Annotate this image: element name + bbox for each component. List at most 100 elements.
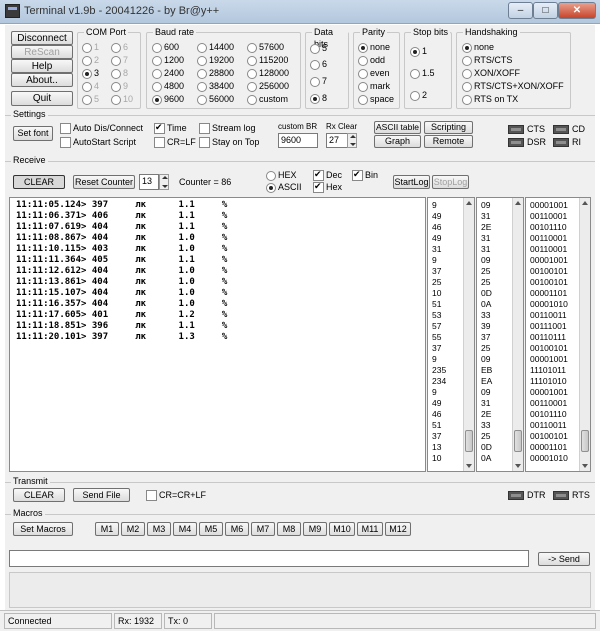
parity-option-mark[interactable]: mark (358, 81, 390, 92)
macro-button-m4[interactable]: M4 (173, 522, 197, 536)
set-macros-button[interactable]: Set Macros (13, 522, 73, 536)
baud-option-57600[interactable]: 57600 (247, 42, 284, 53)
handshaking-option-rts-cts[interactable]: RTS/CTS (462, 55, 512, 66)
macro-button-m11[interactable]: M11 (357, 522, 383, 536)
data-bits-option-8[interactable]: 8 (310, 93, 327, 104)
baud-option-600[interactable]: 600 (152, 42, 179, 53)
handshaking-option-rts-on-tx[interactable]: RTS on TX (462, 94, 518, 105)
help-button[interactable]: Help (11, 59, 73, 73)
minimize-button[interactable]: – (508, 2, 533, 19)
macro-button-m12[interactable]: M12 (385, 522, 411, 536)
macro-button-m6[interactable]: M6 (225, 522, 249, 536)
rx-clear-spinner[interactable] (347, 133, 357, 148)
handshaking-option-rts-cts-xon-xoff[interactable]: RTS/CTS+XON/XOFF (462, 81, 564, 92)
auto-dis-connect-checkbox[interactable]: Auto Dis/Connect (60, 123, 143, 134)
com-port-option-1[interactable]: 1 (82, 42, 99, 53)
bin-column-pane[interactable]: 00001001 00110001 00101110 00110001 00110001… (525, 197, 591, 472)
set-font-button[interactable]: Set font (13, 126, 53, 141)
com-port-option-10[interactable]: 10 (111, 94, 133, 105)
time-checkbox[interactable]: Time (154, 122, 187, 134)
com-port-option-3[interactable]: 3 (82, 68, 99, 79)
parity-option-space[interactable]: space (358, 94, 394, 105)
baud-option-14400[interactable]: 14400 (197, 42, 234, 53)
data-bits-option-5[interactable]: 5 (310, 43, 327, 54)
baud-option-38400[interactable]: 38400 (197, 81, 234, 92)
bin-checkbox[interactable]: Bin (352, 169, 378, 181)
baud-option-1200[interactable]: 1200 (152, 55, 184, 66)
hex-scrollbar[interactable] (512, 198, 523, 471)
autostart-script-checkbox[interactable]: AutoStart Script (60, 137, 136, 148)
data-bits-option-7[interactable]: 7 (310, 76, 327, 87)
baud-option-19200[interactable]: 19200 (197, 55, 234, 66)
scripting-button[interactable]: Scripting (424, 121, 473, 134)
com-port-option-2[interactable]: 2 (82, 55, 99, 66)
baud-option-56000[interactable]: 56000 (197, 94, 234, 105)
scroll-down-icon[interactable] (515, 464, 521, 468)
scroll-down-icon[interactable] (466, 464, 472, 468)
maximize-button[interactable]: □ (533, 2, 558, 19)
stream-log-checkbox[interactable]: Stream log (199, 123, 256, 134)
scroll-thumb[interactable] (581, 430, 589, 452)
custom-br-input[interactable]: 9600 (278, 133, 318, 148)
send-input[interactable] (9, 550, 529, 567)
quit-button[interactable]: Quit (11, 91, 73, 106)
parity-option-even[interactable]: even (358, 68, 390, 79)
scroll-thumb[interactable] (514, 430, 522, 452)
remote-button[interactable]: Remote (424, 135, 473, 148)
parity-option-odd[interactable]: odd (358, 55, 385, 66)
baud-option-28800[interactable]: 28800 (197, 68, 234, 79)
macro-button-m5[interactable]: M5 (199, 522, 223, 536)
dec-column-pane[interactable]: 9 49 46 49 31 9 37 25 10 51 53 57 55 37 9 235 234 9 49 46 51… (427, 197, 475, 472)
com-port-option-6[interactable]: 6 (111, 42, 128, 53)
hex-column-pane[interactable]: 09 31 2E 31 31 09 25 25 0D 0A 33 39 37 25 09 EB EA 09 31 2E… (476, 197, 524, 472)
scroll-up-icon[interactable] (582, 201, 588, 205)
counter-spin-input[interactable]: 13 (139, 174, 159, 190)
receive-text-area[interactable]: 11:11:05.124> 397 лк 1.1 % 11:11:06.371> … (9, 197, 426, 472)
com-port-option-8[interactable]: 8 (111, 68, 128, 79)
rts-led[interactable] (553, 491, 569, 500)
handshaking-option-none[interactable]: none (462, 42, 494, 53)
graph-button[interactable]: Graph (374, 135, 421, 148)
com-port-option-5[interactable]: 5 (82, 94, 99, 105)
macro-button-m2[interactable]: M2 (121, 522, 145, 536)
com-port-option-7[interactable]: 7 (111, 55, 128, 66)
counter-spinner[interactable] (159, 174, 169, 190)
macro-button-m3[interactable]: M3 (147, 522, 171, 536)
reset-counter-button[interactable]: Reset Counter (73, 175, 135, 189)
macro-button-m8[interactable]: M8 (277, 522, 301, 536)
ascii-radio[interactable]: ASCII (266, 182, 302, 193)
about-button[interactable]: About.. (11, 73, 73, 87)
stop-bits-option-1[interactable]: 1 (410, 46, 427, 57)
com-port-option-4[interactable]: 4 (82, 81, 99, 92)
stop-bits-option-1-5[interactable]: 1.5 (410, 68, 435, 79)
scroll-thumb[interactable] (465, 430, 473, 452)
dec-checkbox[interactable]: Dec (313, 169, 342, 181)
parity-option-none[interactable]: none (358, 42, 390, 53)
send-file-button[interactable]: Send File (73, 488, 130, 502)
cr-lf-checkbox[interactable]: CR=LF (154, 137, 196, 148)
scroll-up-icon[interactable] (515, 201, 521, 205)
hex-radio[interactable]: HEX (266, 170, 297, 181)
rescan-button[interactable]: ReScan (11, 45, 73, 59)
transmit-history-area[interactable] (9, 572, 591, 608)
scroll-down-icon[interactable] (582, 464, 588, 468)
macro-button-m9[interactable]: M9 (303, 522, 327, 536)
baud-option-128000[interactable]: 128000 (247, 68, 289, 79)
cr-cr-lf-checkbox[interactable]: CR=CR+LF (146, 490, 206, 501)
close-button[interactable]: ✕ (558, 2, 596, 19)
ascii-table-button[interactable]: ASCII table (374, 121, 421, 134)
baud-option-custom[interactable]: custom (247, 94, 288, 105)
scroll-up-icon[interactable] (466, 201, 472, 205)
bin-scrollbar[interactable] (579, 198, 590, 471)
stop-bits-option-2[interactable]: 2 (410, 90, 427, 101)
macro-button-m1[interactable]: M1 (95, 522, 119, 536)
com-port-option-9[interactable]: 9 (111, 81, 128, 92)
data-bits-option-6[interactable]: 6 (310, 59, 327, 70)
baud-option-2400[interactable]: 2400 (152, 68, 184, 79)
baud-option-9600[interactable]: 9600 (152, 94, 184, 105)
disconnect-button[interactable]: Disconnect (11, 31, 73, 45)
macro-button-m7[interactable]: M7 (251, 522, 275, 536)
macro-button-m10[interactable]: M10 (329, 522, 355, 536)
transmit-clear-button[interactable]: CLEAR (13, 488, 65, 502)
hex-checkbox[interactable]: Hex (313, 181, 342, 193)
